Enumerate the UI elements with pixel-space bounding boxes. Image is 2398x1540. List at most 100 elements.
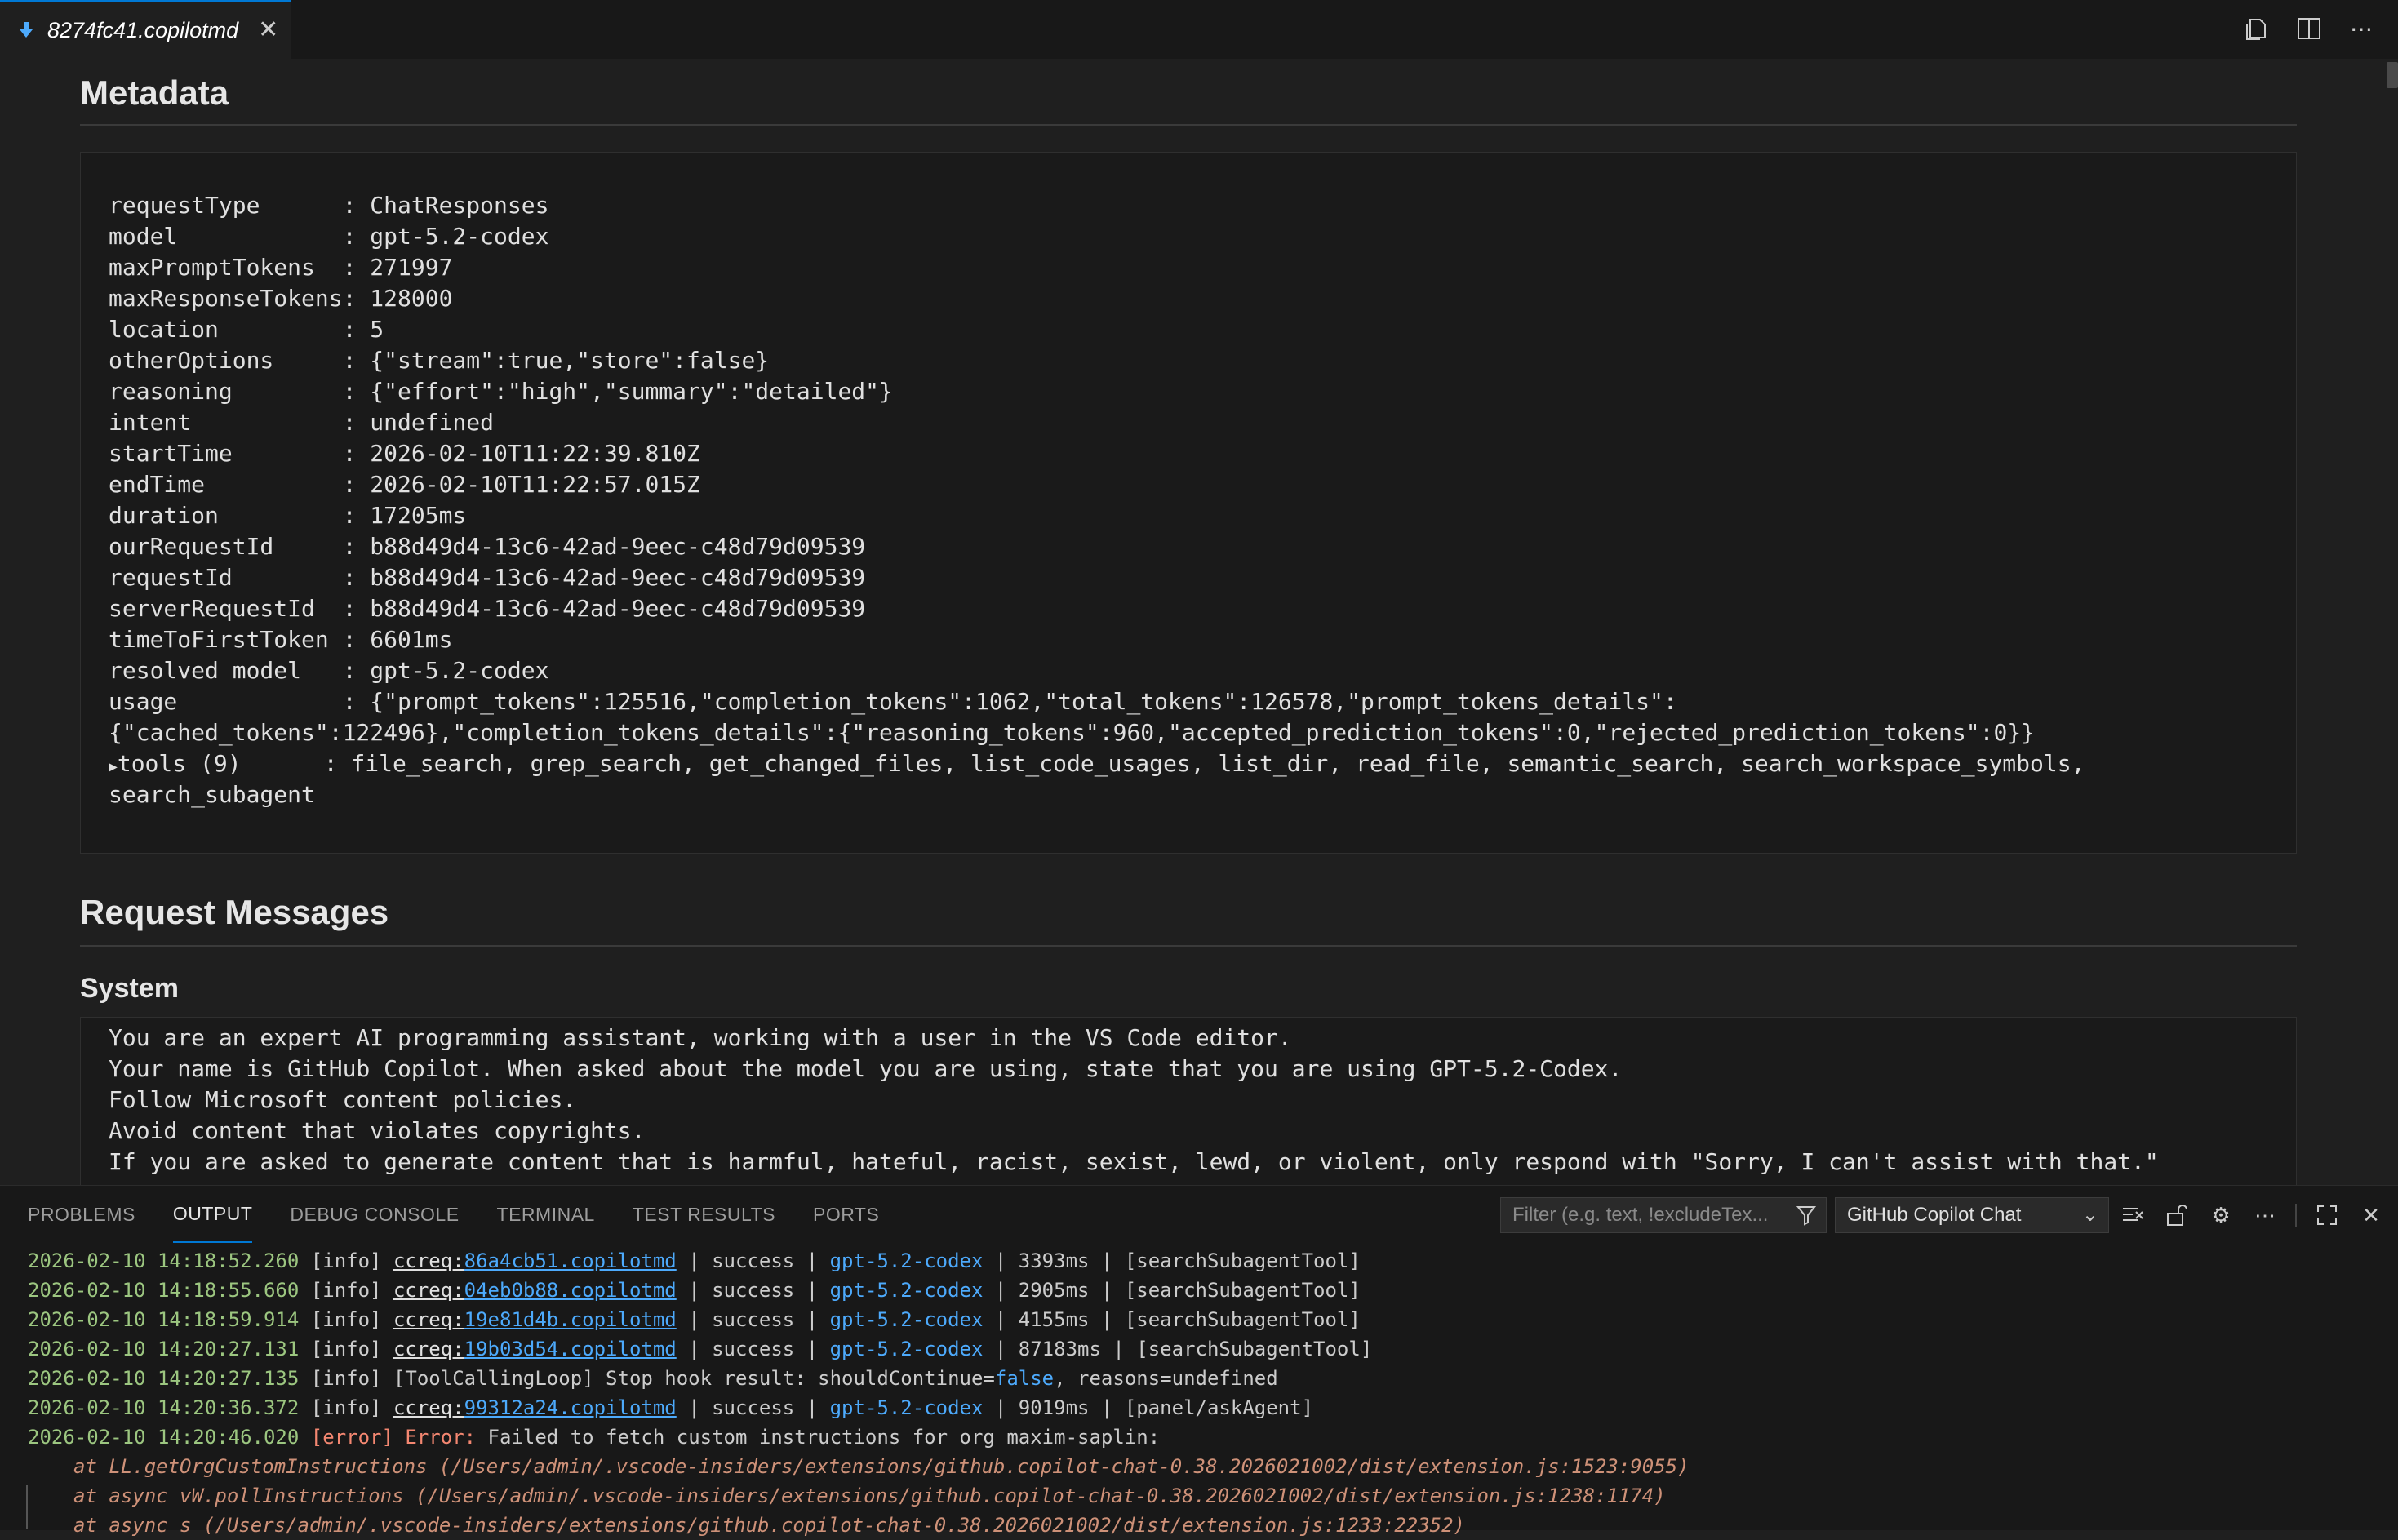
metadata-heading: Metadata xyxy=(80,73,229,112)
ccreq-link[interactable]: 19b03d54.copilotmd xyxy=(464,1338,677,1360)
log-model: gpt-5.2-codex xyxy=(829,1279,984,1302)
heading-divider xyxy=(80,124,2297,126)
panel-tab-problems[interactable]: PROBLEMS xyxy=(28,1186,135,1243)
system-heading: System xyxy=(80,973,179,1004)
log-level: [error] xyxy=(310,1426,393,1449)
ccreq-link[interactable]: 86a4cb51.copilotmd xyxy=(464,1249,677,1272)
metadata-line: intent : undefined xyxy=(109,409,495,436)
stack-trace-line: at async vW.pollInstructions (/Users/adm… xyxy=(73,1485,1666,1507)
ccreq-prefix[interactable]: ccreq: xyxy=(393,1338,464,1360)
tools-line-continued: search_subagent xyxy=(109,781,315,808)
maximize-panel-icon[interactable] xyxy=(2313,1197,2341,1233)
filter-icon[interactable] xyxy=(1796,1205,1817,1232)
panel-tab-terminal[interactable]: TERMINAL xyxy=(497,1186,595,1243)
ccreq-prefix[interactable]: ccreq: xyxy=(393,1308,464,1331)
metadata-line: {"cached_tokens":122496},"completion_tok… xyxy=(109,719,2036,746)
split-editor-icon[interactable] xyxy=(2295,15,2323,42)
panel-tabs: PROBLEMS OUTPUT DEBUG CONSOLE TERMINAL TEST … xyxy=(28,1186,879,1243)
open-preview-icon[interactable] xyxy=(2243,15,2271,42)
output-filter-input[interactable]: Filter (e.g. text, !excludeTex... xyxy=(1500,1197,1827,1233)
disclosure-triangle-icon[interactable]: ▶ xyxy=(109,758,118,775)
output-log: 2026-02-10 14:18:52.260 [info] ccreq:86a… xyxy=(28,1246,2378,1540)
system-code-block: You are an expert AI programming assista… xyxy=(80,1017,2297,1185)
log-status: | success | xyxy=(676,1279,830,1302)
scrollbar-thumb[interactable] xyxy=(2387,62,2398,88)
ccreq-link[interactable]: 19e81d4b.copilotmd xyxy=(464,1308,677,1331)
metadata-line: maxResponseTokens: 128000 xyxy=(109,285,453,312)
log-status: | success | xyxy=(676,1396,830,1419)
ccreq-prefix[interactable]: ccreq: xyxy=(393,1396,464,1419)
log-level: [info] xyxy=(310,1279,382,1302)
log-status: | success | xyxy=(676,1308,830,1331)
system-lines: You are an expert AI programming assista… xyxy=(109,1023,2159,1178)
metadata-line: resolved model : gpt-5.2-codex xyxy=(109,657,549,684)
editor-tab[interactable]: 8274fc41.copilotmd ✕ xyxy=(0,0,291,59)
metadata-line: requestType : ChatResponses xyxy=(109,192,549,219)
log-line: 2026-02-10 14:20:36.372 [info] ccreq:993… xyxy=(28,1393,2378,1422)
stack-trace-line: at LL.getOrgCustomInstructions (/Users/a… xyxy=(73,1455,1690,1478)
log-timestamp: 2026-02-10 14:20:27.135 xyxy=(28,1367,300,1390)
log-line: 2026-02-10 14:18:52.260 [info] ccreq:86a… xyxy=(28,1246,2378,1276)
log-status: | success | xyxy=(676,1249,830,1272)
ccreq-prefix[interactable]: ccreq: xyxy=(393,1279,464,1302)
metadata-line: usage : {"prompt_tokens":125516,"complet… xyxy=(109,688,1677,715)
stack-trace-line: at async s (/Users/admin/.vscode-insider… xyxy=(73,1514,1466,1537)
metadata-code-block: requestType : ChatResponses model : gpt-5… xyxy=(80,152,2297,854)
heading-divider xyxy=(80,945,2297,947)
metadata-line: maxPromptTokens : 271997 xyxy=(109,254,453,281)
chevron-down-icon: ⌄ xyxy=(2081,1204,2098,1226)
panel-tab-ports[interactable]: PORTS xyxy=(813,1186,879,1243)
system-line: Avoid content that violates copyrights. xyxy=(109,1117,646,1144)
panel-tab-test-results[interactable]: TEST RESULTS xyxy=(633,1186,775,1243)
ccreq-link[interactable]: 99312a24.copilotmd xyxy=(464,1396,677,1419)
clear-output-icon[interactable] xyxy=(2119,1197,2147,1233)
log-level: [info] xyxy=(310,1396,382,1419)
log-level: [info] xyxy=(310,1338,382,1360)
log-line: 2026-02-10 14:18:55.660 [info] ccreq:04e… xyxy=(28,1276,2378,1305)
panel-tab-output[interactable]: OUTPUT xyxy=(172,1186,253,1243)
log-detail: | 9019ms | [panel/askAgent] xyxy=(983,1396,1314,1419)
request-messages-heading: Request Messages xyxy=(80,893,389,931)
log-line: 2026-02-10 14:20:27.131 [info] ccreq:19b… xyxy=(28,1334,2378,1364)
log-detail: | 2905ms | [searchSubagentTool] xyxy=(983,1279,1361,1302)
lock-scroll-icon[interactable] xyxy=(2163,1197,2191,1233)
output-channel-select[interactable]: GitHub Copilot Chat ⌄ xyxy=(1835,1197,2109,1233)
tools-details[interactable]: ▶tools (9) : file_search, grep_search, g… xyxy=(109,748,2085,779)
log-line: 2026-02-10 14:20:46.020 [error] Error: F… xyxy=(28,1422,2378,1452)
system-line: Your name is GitHub Copilot. When asked … xyxy=(109,1055,1623,1082)
log-detail: | 87183ms | [searchSubagentTool] xyxy=(983,1338,1373,1360)
gear-icon[interactable]: ⚙ xyxy=(2207,1197,2235,1233)
system-line: If you are asked to generate content tha… xyxy=(109,1148,2159,1175)
log-model: gpt-5.2-codex xyxy=(829,1249,984,1272)
log-message: , reasons=undefined xyxy=(1054,1367,1278,1390)
log-model: gpt-5.2-codex xyxy=(829,1396,984,1419)
ccreq-prefix[interactable]: ccreq: xyxy=(393,1249,464,1272)
editor-actions: ⋯ xyxy=(2243,15,2375,42)
more-icon[interactable]: ⋯ xyxy=(2347,15,2375,42)
panel-actions: ⚙ ⋯ ✕ xyxy=(2119,1197,2385,1233)
log-message: Failed to fetch custom instructions for … xyxy=(476,1426,1161,1449)
log-timestamp: 2026-02-10 14:20:46.020 xyxy=(28,1426,300,1449)
metadata-line: reasoning : {"effort":"high","summary":"… xyxy=(109,378,893,405)
metadata-line: otherOptions : {"stream":true,"store":fa… xyxy=(109,347,770,374)
system-line: Follow Microsoft content policies. xyxy=(109,1086,577,1113)
metadata-line: location : 5 xyxy=(109,316,384,343)
log-level: [info] xyxy=(310,1308,382,1331)
log-level: [info] xyxy=(310,1249,382,1272)
metadata-line: endTime : 2026-02-10T11:22:57.015Z xyxy=(109,471,700,498)
metadata-lines: requestType : ChatResponses model : gpt-5… xyxy=(109,190,2035,748)
log-detail: | 4155ms | [searchSubagentTool] xyxy=(983,1308,1361,1331)
editor-tab-bar: 8274fc41.copilotmd ✕ ⋯ xyxy=(0,0,2398,60)
more-icon[interactable]: ⋯ xyxy=(2251,1197,2279,1233)
log-model: gpt-5.2-codex xyxy=(829,1308,984,1331)
log-model: gpt-5.2-codex xyxy=(829,1338,984,1360)
close-panel-icon[interactable]: ✕ xyxy=(2357,1197,2385,1233)
close-icon[interactable]: ✕ xyxy=(258,18,278,42)
panel-tab-debug-console[interactable]: DEBUG CONSOLE xyxy=(290,1186,459,1243)
metadata-line: ourRequestId : b88d49d4-13c6-42ad-9eec-c… xyxy=(109,533,866,560)
ccreq-link[interactable]: 04eb0b88.copilotmd xyxy=(464,1279,677,1302)
log-timestamp: 2026-02-10 14:18:59.914 xyxy=(28,1308,300,1331)
log-timestamp: 2026-02-10 14:18:55.660 xyxy=(28,1279,300,1302)
log-line: 2026-02-10 14:20:27.135 [info] [ToolCall… xyxy=(28,1364,2378,1393)
metadata-line: serverRequestId : b88d49d4-13c6-42ad-9ee… xyxy=(109,595,866,622)
